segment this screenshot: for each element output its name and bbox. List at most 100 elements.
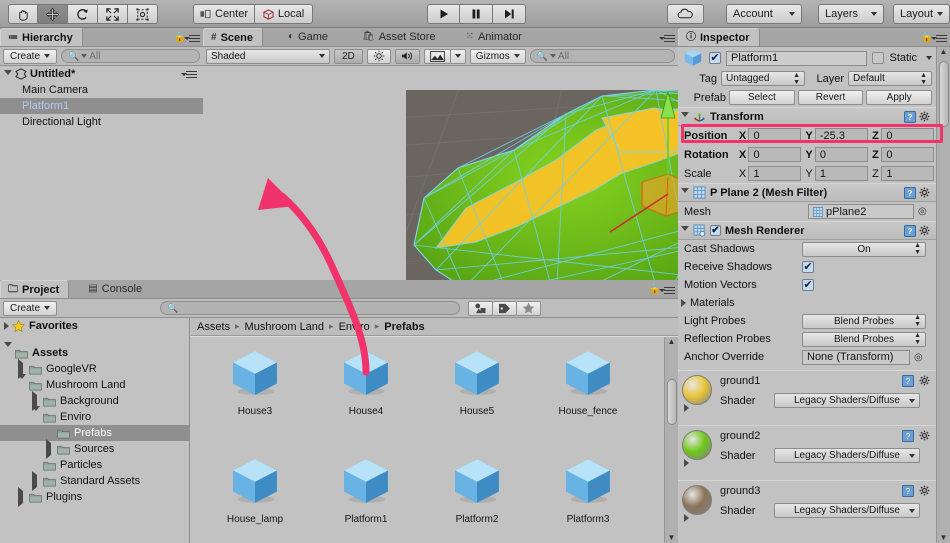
- help-icon[interactable]: ?: [902, 430, 914, 445]
- project-tree-item-particles[interactable]: Particles: [0, 457, 189, 473]
- position-y-field[interactable]: -25.3: [814, 128, 868, 143]
- tab-asset-store[interactable]: 🛍 Asset Store: [355, 28, 445, 46]
- image-effects-icon[interactable]: [423, 48, 451, 64]
- tab-hierarchy[interactable]: ≔ Hierarchy: [0, 28, 83, 46]
- asset-item[interactable]: House4: [324, 343, 408, 417]
- asset-thumbnail[interactable]: [546, 343, 630, 403]
- tab-animator[interactable]: ⁙ Animator: [459, 28, 531, 46]
- hierarchy-tab-menu[interactable]: 🔒: [174, 33, 200, 43]
- chevron-right-icon[interactable]: [18, 487, 28, 507]
- scale-x-field[interactable]: 1: [748, 166, 802, 181]
- account-dropdown[interactable]: Account: [726, 4, 802, 24]
- scale-y-field[interactable]: 1: [814, 166, 868, 181]
- tab-project[interactable]: 🗀 Project: [0, 280, 70, 298]
- cast-shadows-dropdown[interactable]: On ▲ ▼: [802, 241, 926, 257]
- light-probes-dropdown[interactable]: Blend Probes ▲ ▼: [802, 313, 926, 329]
- gear-icon[interactable]: [919, 485, 931, 500]
- breadcrumb-item[interactable]: Mushroom Land: [245, 321, 325, 333]
- help-icon[interactable]: ?: [902, 375, 914, 390]
- motion-vectors-checkbox[interactable]: ✔: [802, 279, 814, 291]
- material-preview-sphere[interactable]: [682, 375, 712, 405]
- scroll-up-arrow[interactable]: ▲: [940, 47, 948, 57]
- help-icon[interactable]: ?: [902, 485, 914, 500]
- project-favorites-item[interactable]: Favorites: [0, 318, 189, 334]
- asset-item[interactable]: Platform1: [324, 451, 408, 525]
- materials-row[interactable]: Materials: [678, 294, 936, 312]
- prefab-select-button[interactable]: Select: [729, 90, 795, 105]
- menu-icon[interactable]: [659, 34, 675, 43]
- menu-icon[interactable]: [184, 34, 200, 43]
- chevron-down-icon[interactable]: [681, 112, 689, 121]
- project-create-button[interactable]: Create: [3, 300, 58, 316]
- asset-item[interactable]: Platform2: [435, 451, 519, 525]
- gear-icon[interactable]: [919, 375, 931, 390]
- cloud-icon[interactable]: [667, 4, 704, 24]
- reflection-probes-dropdown[interactable]: Blend Probes ▲ ▼: [802, 331, 926, 347]
- project-tree-item-googlevr[interactable]: GoogleVR: [0, 359, 189, 379]
- chevron-right-icon[interactable]: [46, 439, 56, 459]
- rotate-tool[interactable]: [68, 4, 98, 24]
- gear-icon[interactable]: [919, 430, 931, 445]
- inspector-scrollbar[interactable]: ▲ ▼: [936, 47, 950, 543]
- asset-item[interactable]: House5: [435, 343, 519, 417]
- asset-item[interactable]: House3: [213, 343, 297, 417]
- static-dropdown-icon[interactable]: [926, 56, 932, 60]
- sun-icon[interactable]: [366, 48, 391, 64]
- asset-item[interactable]: House_lamp: [213, 451, 297, 525]
- project-tree-item-background[interactable]: Background: [0, 391, 189, 411]
- speaker-icon[interactable]: [394, 48, 420, 64]
- chevron-down-icon[interactable]: [4, 342, 14, 363]
- layout-dropdown[interactable]: Layout: [893, 4, 950, 24]
- mesh-object-field[interactable]: pPlane2: [808, 204, 914, 219]
- asset-thumbnail[interactable]: [435, 451, 519, 511]
- transform-component-header[interactable]: Transform ?: [678, 107, 936, 126]
- object-name-field[interactable]: Platform1: [726, 50, 868, 66]
- asset-scroll-thumb[interactable]: [667, 379, 677, 425]
- object-picker-icon[interactable]: ◎: [918, 206, 927, 217]
- material-shader-dropdown[interactable]: Legacy Shaders/Diffuse: [774, 503, 920, 518]
- inspector-scroll-thumb[interactable]: [939, 61, 949, 127]
- hierarchy-search-input[interactable]: 🔍 All: [61, 49, 200, 63]
- help-icon[interactable]: ?: [904, 224, 916, 237]
- hierarchy-item-main-camera[interactable]: Main Camera: [0, 82, 203, 98]
- hierarchy-item-platform1[interactable]: Platform1: [0, 98, 203, 114]
- label-filter-icon[interactable]: [493, 300, 518, 316]
- help-icon[interactable]: ?: [904, 110, 916, 123]
- material-preview-sphere[interactable]: [682, 430, 712, 460]
- tab-scene[interactable]: # Scene: [203, 28, 263, 46]
- menu-icon[interactable]: [931, 34, 947, 43]
- chevron-right-icon[interactable]: [32, 471, 42, 491]
- scene-tab-menu[interactable]: [659, 34, 675, 43]
- tab-game[interactable]: ◐ Game: [281, 28, 337, 46]
- static-checkbox[interactable]: [872, 52, 885, 64]
- object-picker-icon[interactable]: ◎: [914, 352, 923, 363]
- asset-thumbnail[interactable]: [213, 343, 297, 403]
- mesh-renderer-component-header[interactable]: ✔ Mesh Renderer ?: [678, 221, 936, 240]
- image-effects-dropdown[interactable]: [450, 48, 466, 64]
- favorite-filter-icon[interactable]: [517, 300, 542, 316]
- chevron-right-icon[interactable]: [4, 322, 9, 330]
- asset-item[interactable]: Platform3: [546, 451, 630, 525]
- rect-tool[interactable]: [128, 4, 158, 24]
- chevron-down-icon[interactable]: [32, 406, 42, 427]
- asset-thumbnail[interactable]: [546, 451, 630, 511]
- layers-dropdown[interactable]: Layers: [818, 4, 884, 24]
- breadcrumb-item[interactable]: Prefabs: [384, 321, 424, 333]
- chevron-down-icon[interactable]: [4, 69, 12, 79]
- asset-thumbnail[interactable]: [213, 451, 297, 511]
- material-shader-dropdown[interactable]: Legacy Shaders/Diffuse: [774, 448, 920, 463]
- prefab-revert-button[interactable]: Revert: [797, 90, 864, 105]
- gear-icon[interactable]: [919, 187, 931, 199]
- project-search-input[interactable]: 🔍: [160, 301, 461, 315]
- layer-dropdown[interactable]: Default ▲ ▼: [848, 71, 932, 86]
- tab-console[interactable]: ▤ Console: [81, 280, 151, 298]
- scale-z-field[interactable]: 1: [881, 166, 934, 181]
- hierarchy-item-directional-light[interactable]: Directional Light: [0, 114, 203, 130]
- position-z-field[interactable]: 0: [881, 128, 934, 143]
- rotation-y-field[interactable]: 0: [814, 147, 868, 162]
- step-button[interactable]: [493, 4, 526, 24]
- chevron-down-icon[interactable]: [681, 226, 689, 235]
- object-enabled-checkbox[interactable]: ✔: [709, 52, 721, 64]
- chevron-right-icon[interactable]: [681, 299, 686, 307]
- position-x-field[interactable]: 0: [748, 128, 802, 143]
